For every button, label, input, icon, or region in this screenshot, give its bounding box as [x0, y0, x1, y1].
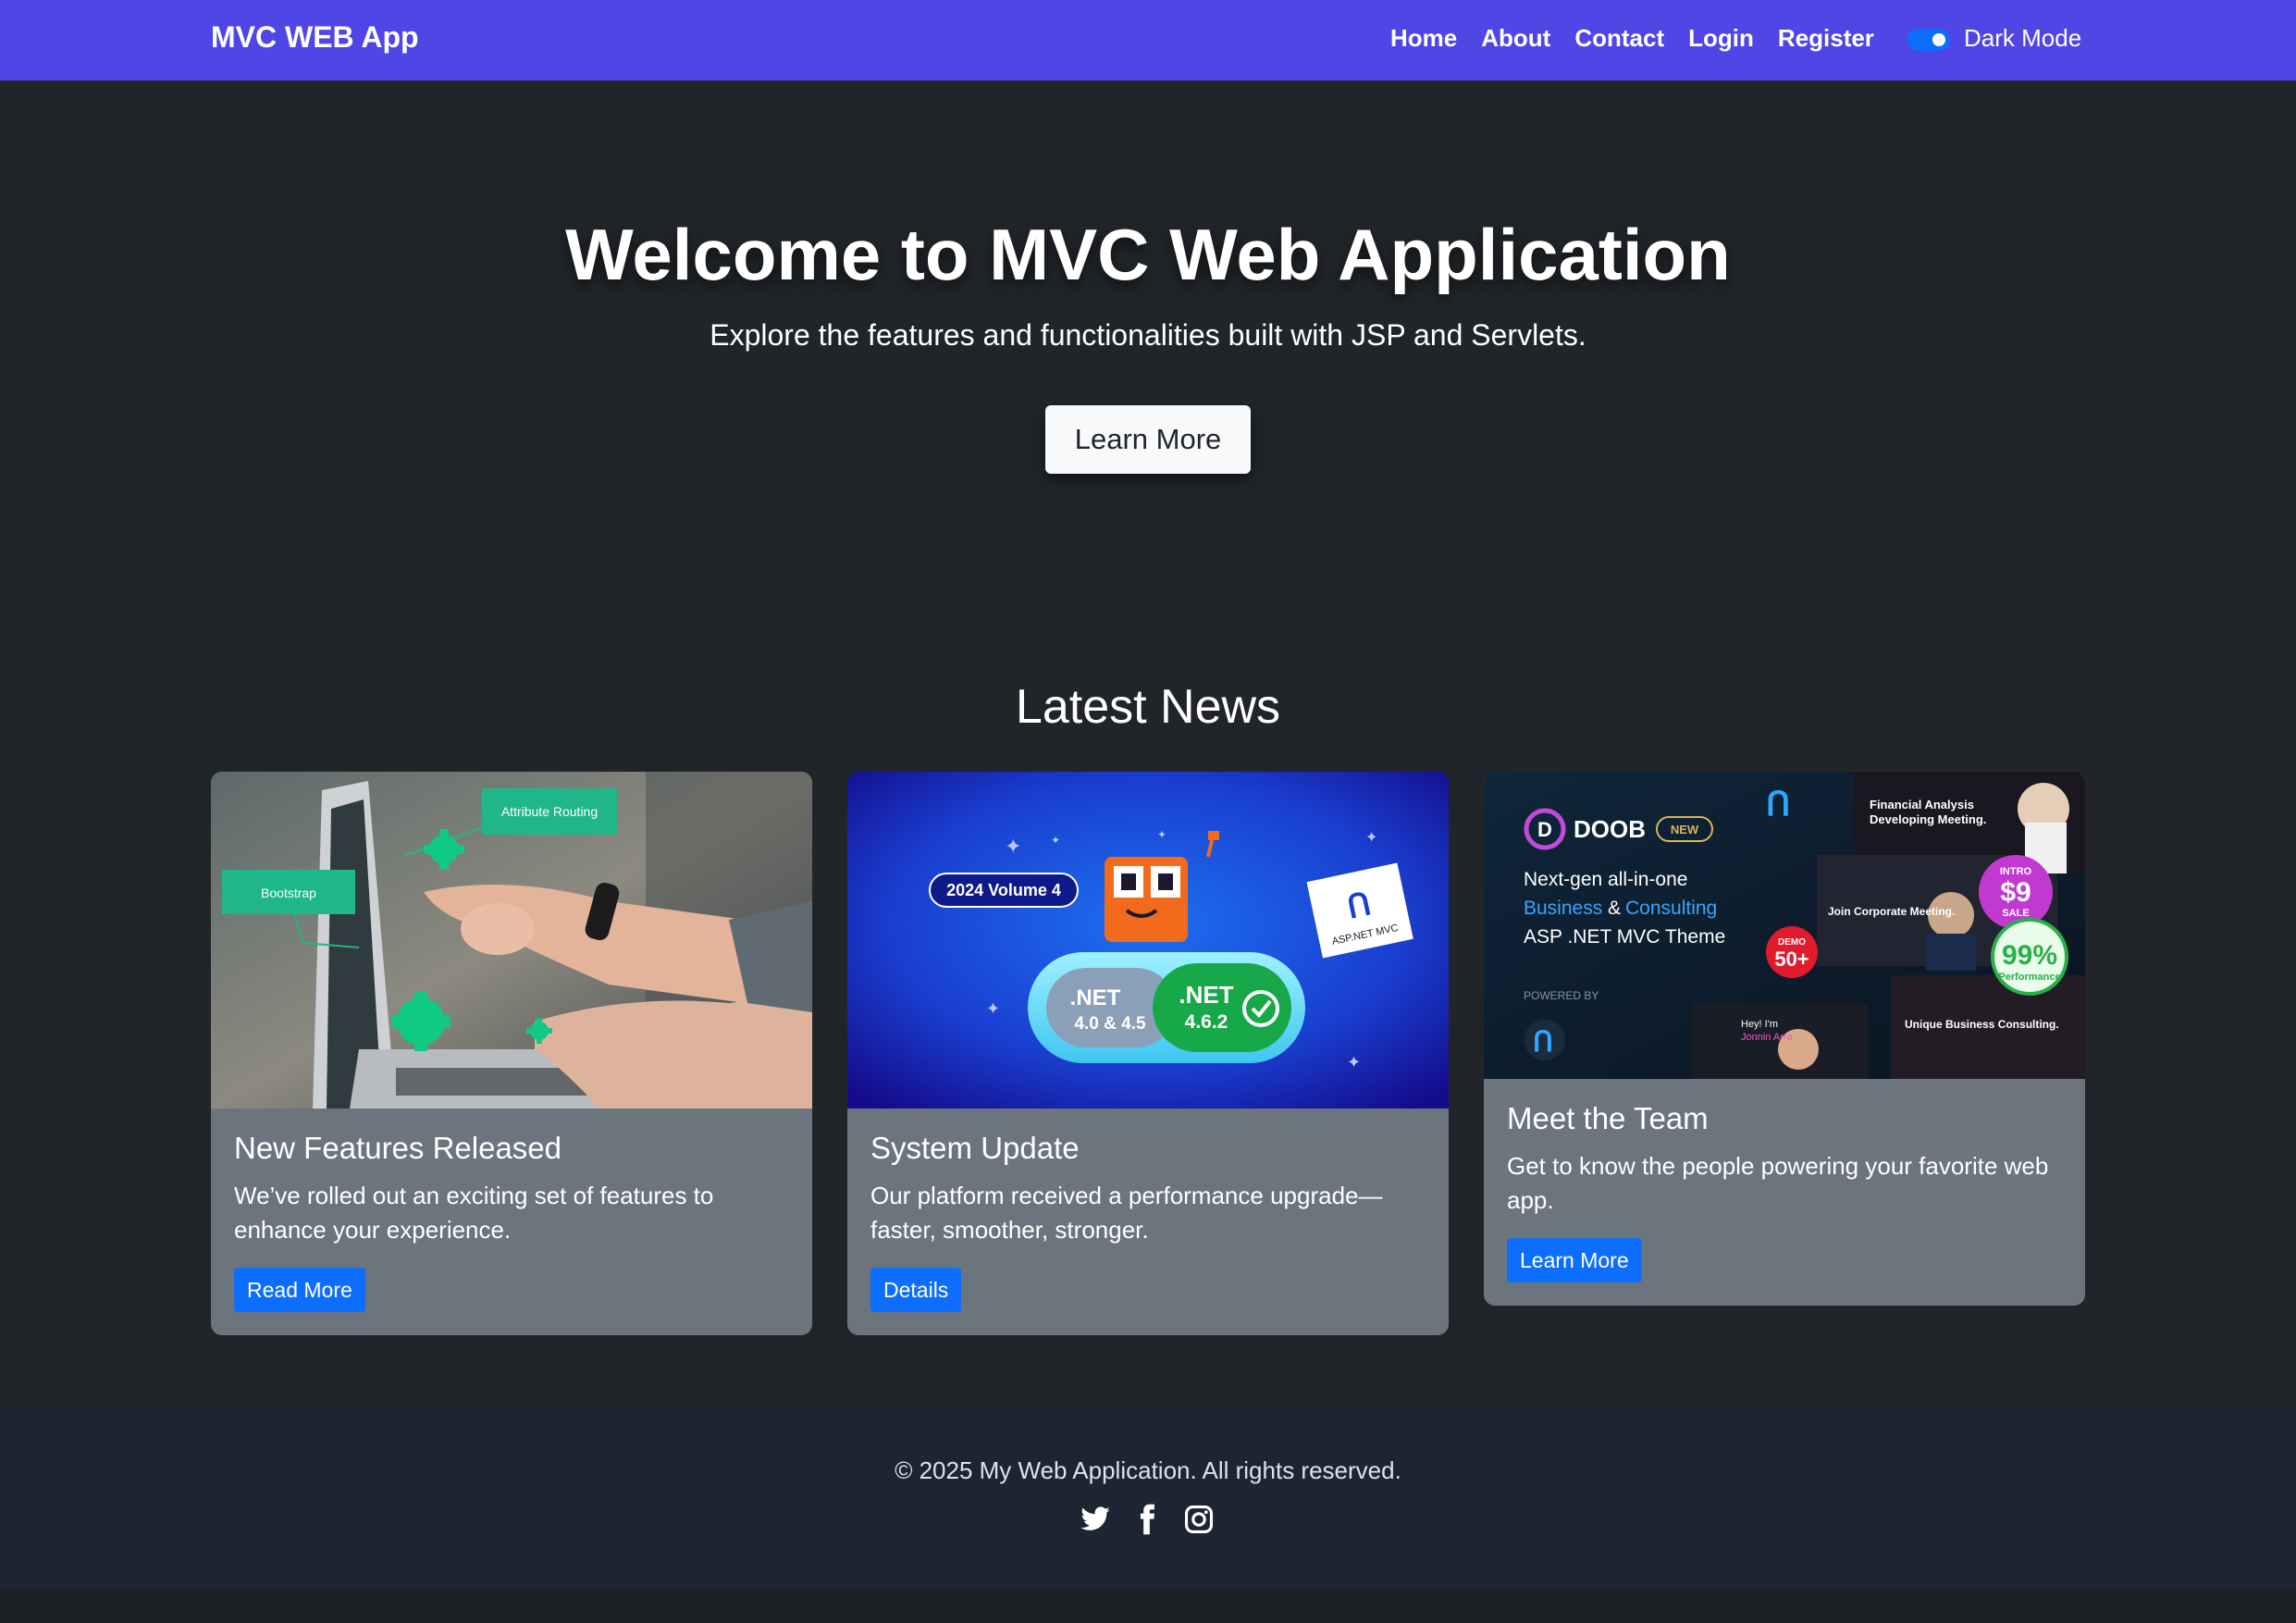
net-old-version: 4.0 & 4.5: [1074, 1014, 1146, 1034]
card-image-dotnet: ✦ ✦ ✦ ✦ ✦ ✦ 2024 Volume 4 .NET 4.0 & 4.5 .N…: [847, 772, 1449, 1109]
twitter-icon[interactable]: [1080, 1504, 1111, 1535]
card-image-doob: Financial Analysis Developing Meeting. J…: [1484, 772, 2085, 1079]
card-image-laptop: Attribute Routing Bootstrap: [211, 772, 812, 1109]
page-bottom: [0, 1590, 2296, 1623]
card-title: New Features Released: [234, 1131, 562, 1165]
tag-bootstrap: Bootstrap: [261, 886, 316, 900]
nav-register[interactable]: Register: [1778, 24, 1874, 53]
learn-more-button[interactable]: Learn More: [1045, 405, 1251, 474]
svg-text:✦: ✦: [1051, 834, 1060, 847]
svg-text:✦: ✦: [1157, 828, 1167, 841]
volume-badge: 2024 Volume 4: [946, 881, 1061, 899]
doob-new-badge: NEW: [1671, 823, 1699, 836]
news-card-system-update: ✦ ✦ ✦ ✦ ✦ ✦ 2024 Volume 4 .NET 4.0 & 4.5 .N…: [847, 772, 1449, 1335]
doob-business: Business: [1524, 898, 1602, 919]
instagram-icon[interactable]: [1183, 1504, 1215, 1535]
perf-label: Performance: [1998, 972, 2060, 983]
doob-line1: Next-gen all-in-one: [1524, 869, 1687, 890]
net-old-label: .NET: [1070, 985, 1121, 1010]
toggle-knob: [1932, 33, 1945, 46]
dark-mode-label: Dark Mode: [1964, 24, 2082, 52]
nav-about[interactable]: About: [1481, 24, 1550, 53]
intro-sale: SALE: [2002, 908, 2029, 919]
doob-powered: POWERED BY: [1524, 989, 1599, 1002]
navbar: MVC WEB App Home About Contact Login Reg…: [0, 0, 2296, 81]
card-title: Meet the Team: [1507, 1101, 1709, 1135]
shot-financial-1: Financial Analysis: [1870, 798, 1974, 812]
doob-logo: DOOB: [1574, 815, 1646, 843]
dark-mode-toggle[interactable]: [1907, 29, 1950, 51]
facebook-icon[interactable]: [1131, 1504, 1163, 1535]
card-text: Get to know the people powering your fav…: [1507, 1152, 2049, 1214]
tag-attribute-routing: Attribute Routing: [501, 804, 598, 819]
intro-label: INTRO: [2000, 866, 2032, 877]
doob-line3: ASP .NET MVC Theme: [1524, 926, 1725, 948]
svg-text:ᑎ: ᑎ: [1766, 785, 1790, 823]
latest-news-heading: Latest News: [1015, 680, 1281, 734]
brand-logo[interactable]: MVC WEB App: [211, 20, 419, 55]
news-card-team: Financial Analysis Developing Meeting. J…: [1484, 772, 2085, 1306]
net-new-label: .NET: [1179, 981, 1233, 1009]
nav-home[interactable]: Home: [1390, 24, 1457, 53]
copyright-text: © 2025 My Web Application. All rights re…: [895, 1456, 1401, 1484]
svg-text:✦: ✦: [986, 999, 1000, 1018]
svg-text:✦: ✦: [1365, 830, 1377, 846]
hero-title: Welcome to MVC Web Application: [565, 214, 1731, 295]
shot-corporate: Join Corporate Meeting.: [1828, 905, 1955, 918]
read-more-button[interactable]: Read More: [234, 1268, 365, 1312]
svg-text:ᑎ: ᑎ: [1533, 1027, 1553, 1058]
shot-financial-2: Developing Meeting.: [1870, 812, 1986, 826]
shot-unique: Unique Business Consulting.: [1905, 1018, 2059, 1031]
nav-contact[interactable]: Contact: [1574, 24, 1664, 53]
demo-count: 50+: [1774, 948, 1808, 971]
net-new-version: 4.6.2: [1185, 1011, 1228, 1033]
news-card-features: Attribute Routing Bootstrap New Features…: [211, 772, 812, 1335]
doob-consulting: Consulting: [1625, 898, 1717, 919]
shot-name: Jonnin Arra: [1741, 1032, 1794, 1043]
hero-subtitle: Explore the features and functionalities…: [710, 318, 1586, 352]
svg-text:✦: ✦: [1347, 1053, 1361, 1072]
shot-hey: Hey! I'm: [1741, 1019, 1778, 1030]
social-links: [1080, 1504, 1215, 1535]
demo-label: DEMO: [1778, 937, 1806, 948]
card-title: System Update: [870, 1131, 1080, 1165]
learn-more-team-button[interactable]: Learn More: [1507, 1238, 1642, 1282]
details-button[interactable]: Details: [870, 1268, 962, 1312]
footer: © 2025 My Web Application. All rights re…: [0, 1407, 2296, 1590]
perf-value: 99%: [2002, 940, 2057, 971]
svg-text:✦: ✦: [1005, 835, 1021, 858]
nav-login[interactable]: Login: [1688, 24, 1754, 53]
doob-amp: &: [1608, 898, 1621, 919]
nav-links: Home About Contact Login Register: [1390, 24, 1874, 53]
intro-price: $9: [2000, 877, 2031, 908]
svg-text:D: D: [1537, 818, 1552, 841]
card-text: We’ve rolled out an exciting set of feat…: [234, 1182, 714, 1244]
card-text: Our platform received a performance upgr…: [870, 1182, 1383, 1244]
